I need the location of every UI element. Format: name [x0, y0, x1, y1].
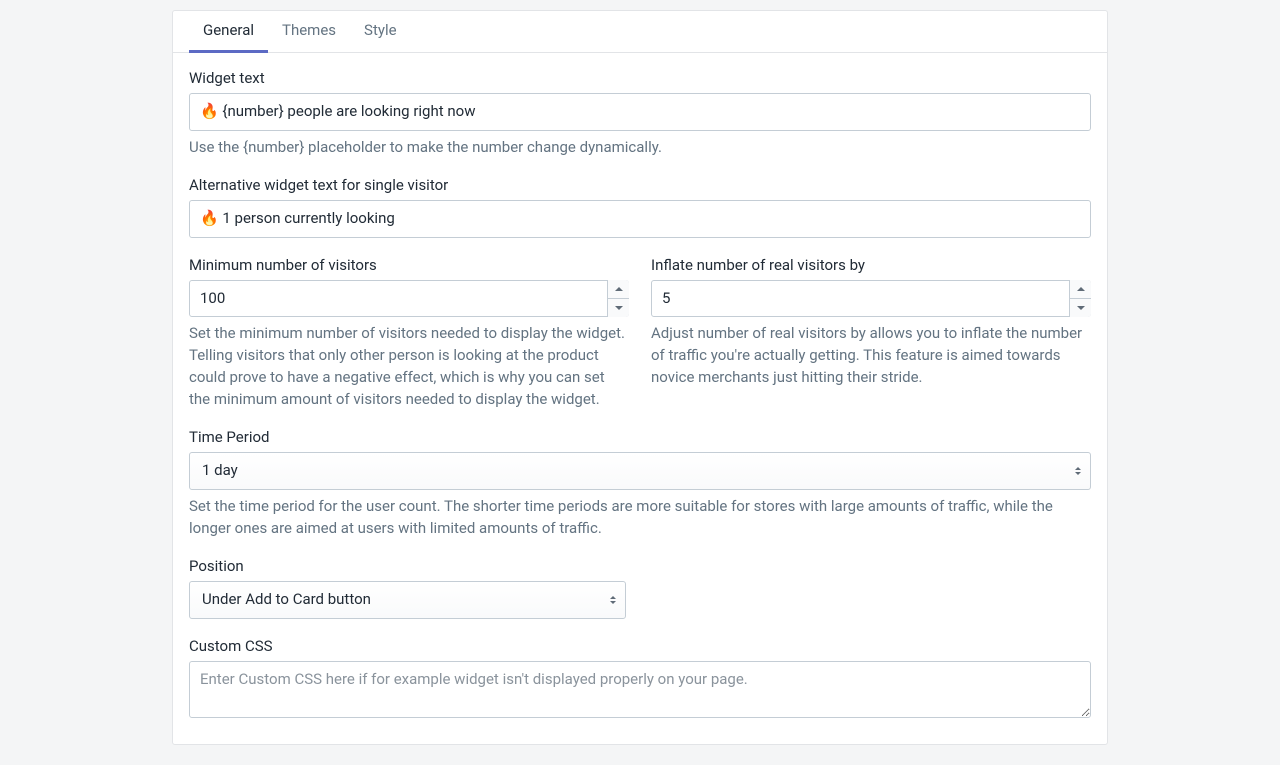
min-visitors-label: Minimum number of visitors: [189, 256, 629, 274]
chevron-down-icon: [615, 306, 623, 310]
widget-text-label: Widget text: [189, 69, 1091, 87]
inflate-down[interactable]: [1070, 299, 1091, 317]
custom-css-field: Custom CSS: [189, 637, 1091, 722]
tab-general[interactable]: General: [189, 11, 268, 53]
inflate-label: Inflate number of real visitors by: [651, 256, 1091, 274]
time-period-label: Time Period: [189, 428, 1091, 446]
widget-text-field: Widget text Use the {number} placeholder…: [189, 69, 1091, 158]
min-visitors-spinner: [607, 280, 629, 318]
custom-css-label: Custom CSS: [189, 637, 1091, 655]
min-visitors-help: Set the minimum number of visitors neede…: [189, 323, 629, 410]
alt-text-label: Alternative widget text for single visit…: [189, 176, 1091, 194]
min-visitors-spin: [189, 280, 629, 318]
chevron-up-icon: [615, 287, 623, 291]
alt-text-input[interactable]: [189, 200, 1091, 238]
position-select[interactable]: Under Add to Card button: [189, 581, 626, 619]
custom-css-textarea[interactable]: [189, 661, 1091, 718]
visitor-numbers-row: Minimum number of visitors Set the minim…: [189, 256, 1091, 411]
min-visitors-field: Minimum number of visitors Set the minim…: [189, 256, 629, 411]
time-period-select[interactable]: 1 day: [189, 452, 1091, 490]
inflate-field: Inflate number of real visitors by Adjus…: [651, 256, 1091, 411]
inflate-input[interactable]: [651, 280, 1091, 318]
widget-text-input[interactable]: [189, 93, 1091, 131]
widget-text-help: Use the {number} placeholder to make the…: [189, 137, 1091, 159]
inflate-help: Adjust number of real visitors by allows…: [651, 323, 1091, 388]
position-field: Position Under Add to Card button: [189, 557, 1091, 619]
time-period-field: Time Period 1 day Set the time period fo…: [189, 428, 1091, 539]
position-label: Position: [189, 557, 1091, 575]
tabs: General Themes Style: [173, 11, 1107, 53]
time-period-help: Set the time period for the user count. …: [189, 496, 1091, 540]
alt-text-field: Alternative widget text for single visit…: [189, 176, 1091, 238]
tab-themes[interactable]: Themes: [268, 11, 350, 53]
inflate-spinner: [1069, 280, 1091, 318]
chevron-up-icon: [1077, 287, 1085, 291]
time-period-select-wrap: 1 day: [189, 452, 1091, 490]
position-select-wrap: Under Add to Card button: [189, 581, 626, 619]
chevron-down-icon: [1077, 306, 1085, 310]
inflate-spin: [651, 280, 1091, 318]
panel-body: Widget text Use the {number} placeholder…: [173, 53, 1107, 744]
settings-panel: General Themes Style Widget text Use the…: [172, 10, 1108, 745]
inflate-up[interactable]: [1070, 280, 1091, 299]
min-visitors-input[interactable]: [189, 280, 629, 318]
min-visitors-up[interactable]: [608, 280, 629, 299]
min-visitors-down[interactable]: [608, 299, 629, 317]
tab-style[interactable]: Style: [350, 11, 411, 53]
